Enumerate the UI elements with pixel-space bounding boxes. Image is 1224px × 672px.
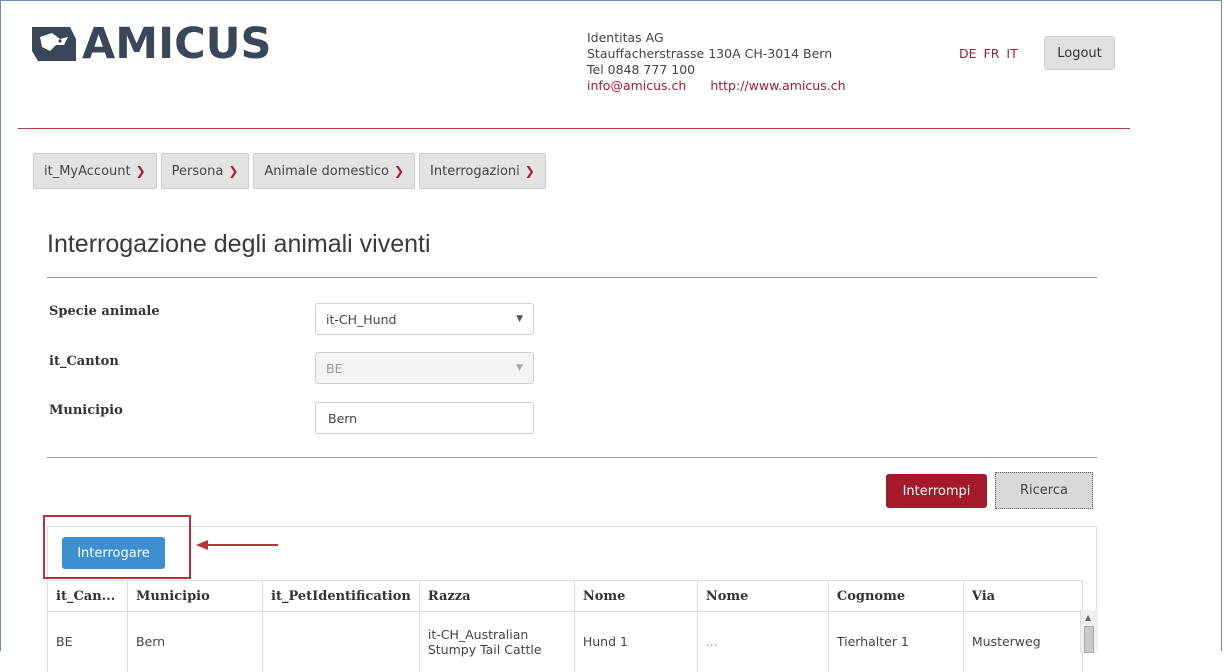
title-divider [47, 277, 1097, 278]
language-switcher: DE FR IT [959, 46, 1021, 61]
email-link[interactable]: info@amicus.ch [587, 78, 686, 93]
cell-pet-identification [262, 611, 420, 672]
col-header-pet-identification[interactable]: it_PetIdentification [262, 580, 420, 612]
cell-cognome: Tierhalter 1 [828, 611, 964, 672]
scrollbar-thumb[interactable] [1084, 626, 1094, 653]
table-header-row: it_Can... Municipio it_PetIdentification… [47, 580, 1083, 612]
results-table: it_Can... Municipio it_PetIdentification… [47, 580, 1083, 672]
species-value: it-CH_Hund [326, 311, 397, 327]
col-header-municipio[interactable]: Municipio [127, 580, 263, 612]
cell-razza: it-CH_Australian Stumpy Tail Cattle [419, 611, 575, 672]
nav-label: Interrogazioni [430, 163, 520, 179]
nav-animale-domestico[interactable]: Animale domestico ❯ [253, 153, 416, 189]
canton-select: BE ▼ [315, 352, 534, 384]
company-name: Identitas AG [587, 30, 664, 45]
canton-value: BE [326, 360, 343, 376]
website-link[interactable]: http://www.amicus.ch [710, 78, 845, 93]
canton-label: it_Canton [49, 354, 119, 369]
chevron-down-icon: ❯ [524, 164, 535, 178]
col-header-razza[interactable]: Razza [419, 580, 575, 612]
nav-label: Persona [171, 163, 224, 179]
lang-it-link[interactable]: IT [1006, 46, 1017, 61]
nav-label: it_MyAccount [44, 163, 131, 179]
abort-button[interactable]: Interrompi [886, 474, 987, 508]
company-address: Stauffacherstrasse 130A CH-3014 Bern [587, 46, 833, 61]
dropdown-caret-icon: ▼ [516, 314, 523, 324]
col-header-nome-2[interactable]: Nome [697, 580, 829, 612]
species-label: Specie animale [49, 304, 160, 319]
municipality-input[interactable]: Bern [315, 402, 534, 434]
lang-de-link[interactable]: DE [959, 46, 977, 61]
col-header-cognome[interactable]: Cognome [828, 580, 964, 612]
col-header-via[interactable]: Via [963, 580, 1083, 612]
species-select[interactable]: it-CH_Hund ▼ [315, 303, 534, 335]
chevron-down-icon: ❯ [393, 164, 405, 178]
lang-fr-link[interactable]: FR [984, 46, 1000, 61]
nav-persona[interactable]: Persona ❯ [160, 153, 250, 189]
chevron-down-icon: ❯ [228, 164, 239, 178]
nav-my-account[interactable]: it_MyAccount ❯ [33, 153, 157, 189]
search-button[interactable]: Ricerca [995, 472, 1093, 509]
table-row[interactable]: BE Bern it-CH_Australian Stumpy Tail Cat… [47, 611, 1083, 672]
contact-info: Identitas AG Stauffacherstrasse 130A CH-… [587, 30, 846, 94]
scroll-up-icon[interactable]: ▲ [1085, 613, 1091, 622]
main-nav: it_MyAccount ❯ Persona ❯ Animale domesti… [33, 153, 550, 189]
annotation-arrow-icon [196, 540, 278, 550]
nav-interrogazioni[interactable]: Interrogazioni ❯ [419, 153, 546, 189]
cell-canton: BE [47, 611, 128, 672]
page-title: Interrogazione degli animali viventi [47, 230, 431, 258]
cell-municipio: Bern [127, 611, 263, 672]
table-scrollbar[interactable]: ▲ [1080, 610, 1098, 653]
dropdown-caret-icon: ▼ [516, 363, 523, 373]
nav-label: Animale domestico [264, 163, 389, 179]
form-divider [47, 457, 1097, 458]
header-divider [18, 128, 1130, 129]
municipality-label: Municipio [49, 403, 123, 418]
logout-button[interactable]: Logout [1044, 36, 1115, 70]
brand-name: AMICUS [82, 19, 272, 69]
col-header-nome[interactable]: Nome [574, 580, 698, 612]
cell-nome: Hund 1 [574, 611, 698, 672]
amicus-logo[interactable]: AMICUS [30, 22, 272, 66]
chevron-down-icon: ❯ [135, 164, 146, 178]
col-header-canton[interactable]: it_Can... [47, 580, 128, 612]
cell-via: Musterweg [963, 611, 1083, 672]
dog-logo-icon [32, 27, 76, 61]
annotation-highlight-box [43, 515, 191, 579]
company-phone: Tel 0848 777 100 [587, 62, 696, 77]
cell-nome-2: ... [697, 611, 829, 672]
